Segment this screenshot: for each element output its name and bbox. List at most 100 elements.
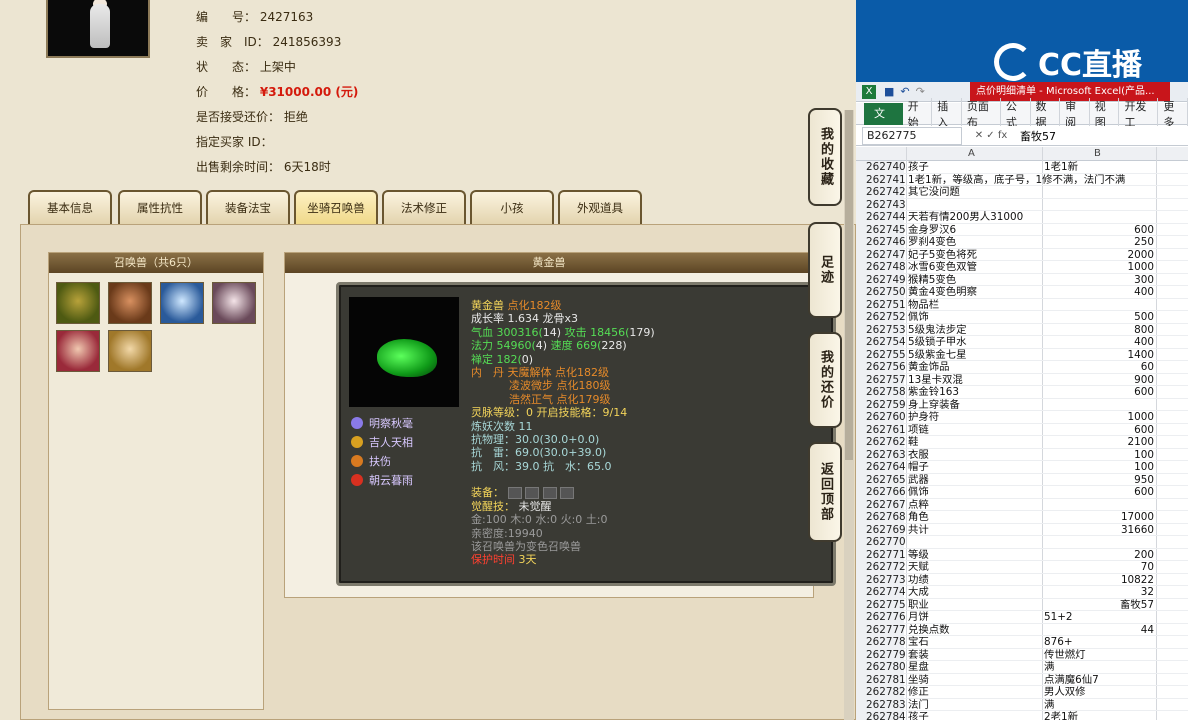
name-box[interactable]: B262775 — [862, 126, 962, 145]
cell-a[interactable]: 5级鬼法步定 — [908, 324, 1044, 337]
row-number[interactable]: 262750 — [856, 286, 906, 299]
spreadsheet-row[interactable]: 262753 5级鬼法步定 800 — [856, 323, 1188, 337]
row-number[interactable]: 262747 — [856, 248, 906, 261]
spreadsheet-row[interactable]: 262758 紫金铃163 600 — [856, 386, 1188, 399]
cell-b[interactable]: 200 — [1044, 549, 1154, 562]
spreadsheet-row[interactable]: 262781 坐骑 点满魔6仙7 — [856, 673, 1188, 687]
spreadsheet-row[interactable]: 262761 项链 600 — [856, 423, 1188, 437]
ribbon-tab[interactable]: 页面布 — [962, 97, 1001, 130]
spreadsheet-row[interactable]: 262746 罗刹4变色 250 — [856, 236, 1188, 249]
spreadsheet-row[interactable]: 262771 等级 200 — [856, 548, 1188, 562]
cell-b[interactable]: 点满魔6仙7 — [1044, 674, 1154, 687]
tab-attributes[interactable]: 属性抗性 — [118, 190, 202, 224]
row-number[interactable]: 262773 — [856, 573, 906, 586]
cell-a[interactable]: 点粹 — [908, 499, 1044, 512]
pet-skill[interactable]: 明察秋毫 — [351, 413, 413, 432]
spreadsheet-row[interactable]: 262779 套装 传世燃灯 — [856, 648, 1188, 662]
spreadsheet-row[interactable]: 262741 1老1新，等级高，底子号，1修不满，法门不满 — [856, 173, 1188, 186]
spreadsheet-row[interactable]: 262765 武器 950 — [856, 473, 1188, 487]
cell-a[interactable]: 其它没问题 — [908, 186, 1044, 199]
redo-icon[interactable]: ↷ — [916, 85, 925, 98]
spreadsheet-row[interactable]: 262752 佩饰 500 — [856, 311, 1188, 324]
cell-b[interactable]: 100 — [1044, 461, 1154, 474]
row-number[interactable]: 262758 — [856, 386, 906, 399]
row-number[interactable]: 262780 — [856, 661, 906, 674]
row-number[interactable]: 262757 — [856, 373, 906, 386]
side-tab-my-bargains[interactable]: 我的还价 — [808, 332, 842, 428]
cell-a[interactable]: 套装 — [908, 649, 1044, 662]
cell-b[interactable]: 300 — [1044, 274, 1154, 287]
ribbon-tab[interactable]: 更多 — [1158, 97, 1188, 130]
row-number[interactable]: 262776 — [856, 611, 906, 624]
pet-icon-6[interactable] — [108, 330, 152, 372]
row-number[interactable]: 262748 — [856, 261, 906, 274]
cell-b[interactable]: 600 — [1044, 486, 1154, 499]
column-header-a[interactable]: A — [968, 147, 975, 161]
cell-b[interactable]: 950 — [1044, 474, 1154, 487]
cell-a[interactable]: 佩饰 — [908, 311, 1044, 324]
column-header-b[interactable]: B — [1094, 147, 1101, 161]
cell-a[interactable]: 5级紫金七星 — [908, 349, 1044, 362]
spreadsheet-row[interactable]: 262764 帽子 100 — [856, 461, 1188, 474]
cell-a[interactable]: 帽子 — [908, 461, 1044, 474]
cell-b[interactable]: 男人双修 — [1044, 686, 1154, 699]
spreadsheet-row[interactable]: 262782 修正 男人双修 — [856, 686, 1188, 699]
pet-icon-2[interactable] — [108, 282, 152, 324]
row-number[interactable]: 262782 — [856, 686, 906, 699]
pet-skill[interactable]: 朝云暮雨 — [351, 470, 413, 489]
cell-a[interactable]: 物品栏 — [908, 299, 1044, 312]
spreadsheet-row[interactable]: 262766 佩饰 600 — [856, 486, 1188, 499]
row-number[interactable]: 262767 — [856, 498, 906, 511]
cell-b[interactable]: 600 — [1044, 386, 1154, 399]
cell-a[interactable]: 猴精5变色 — [908, 274, 1044, 287]
row-number[interactable]: 262779 — [856, 648, 906, 661]
cell-b[interactable]: 2000 — [1044, 249, 1154, 262]
equip-slot-3[interactable] — [542, 487, 557, 500]
cell-a[interactable]: 角色 — [908, 511, 1044, 524]
spreadsheet-row[interactable]: 262783 法门满 — [856, 698, 1188, 712]
spreadsheet-row[interactable]: 262759 身上穿装备 — [856, 398, 1188, 411]
row-number[interactable]: 262777 — [856, 623, 906, 636]
cell-a[interactable]: 项链 — [908, 424, 1044, 437]
row-number[interactable]: 262755 — [856, 348, 906, 361]
row-number[interactable]: 262771 — [856, 548, 906, 561]
tab-mount-summon[interactable]: 坐骑召唤兽 — [294, 190, 378, 224]
spreadsheet-row[interactable]: 262740 孩子 1老1新 — [856, 161, 1188, 174]
tab-equipment[interactable]: 装备法宝 — [206, 190, 290, 224]
tab-child[interactable]: 小孩 — [470, 190, 554, 224]
cell-a[interactable]: 法门 — [908, 699, 1044, 712]
pet-icon-1[interactable] — [56, 282, 100, 324]
tab-basic-info[interactable]: 基本信息 — [28, 190, 112, 224]
spreadsheet-row[interactable]: 262756 黄金饰品 60 — [856, 361, 1188, 374]
spreadsheet-row[interactable]: 262776 月饼 51+2 — [856, 611, 1188, 624]
row-number[interactable]: 262763 — [856, 448, 906, 461]
cell-b[interactable]: 60 — [1044, 361, 1154, 374]
spreadsheet-row[interactable]: 262745 金身罗汉6 600 — [856, 223, 1188, 237]
cell-a[interactable]: 大成 — [908, 586, 1044, 599]
cell-b[interactable]: 70 — [1044, 561, 1154, 574]
row-number[interactable]: 262766 — [856, 486, 906, 499]
spreadsheet-row[interactable]: 262749 猴精5变色 300 — [856, 273, 1188, 287]
cell-b[interactable]: 2100 — [1044, 436, 1154, 449]
cell-b[interactable]: 1000 — [1044, 261, 1154, 274]
row-number[interactable]: 262744 — [856, 211, 906, 224]
spreadsheet-row[interactable]: 262754 5级锁子甲水 400 — [856, 336, 1188, 349]
cell-b[interactable]: 500 — [1044, 311, 1154, 324]
row-number[interactable]: 262784 — [856, 711, 906, 720]
cell-a[interactable]: 功绩 — [908, 574, 1044, 587]
cell-a[interactable]: 紫金铃163 — [908, 386, 1044, 399]
row-number[interactable]: 262749 — [856, 273, 906, 286]
spreadsheet-row[interactable]: 262767 点粹 — [856, 498, 1188, 512]
cell-b[interactable]: 600 — [1044, 224, 1154, 237]
ribbon-tab[interactable]: 插入 — [932, 97, 962, 130]
row-number[interactable]: 262753 — [856, 323, 906, 336]
cell-a[interactable]: 星盘 — [908, 661, 1044, 674]
equip-slot-1[interactable] — [507, 487, 522, 500]
cell-a[interactable]: 孩子 — [908, 711, 1044, 720]
cell-a[interactable]: 月饼 — [908, 611, 1044, 624]
cell-b[interactable]: 1400 — [1044, 349, 1154, 362]
cell-a[interactable]: 鞋 — [908, 436, 1044, 449]
row-number[interactable]: 262768 — [856, 511, 906, 524]
excel-app-icon[interactable]: X — [862, 84, 876, 99]
cell-a[interactable]: 冰雪6变色双管 — [908, 261, 1044, 274]
